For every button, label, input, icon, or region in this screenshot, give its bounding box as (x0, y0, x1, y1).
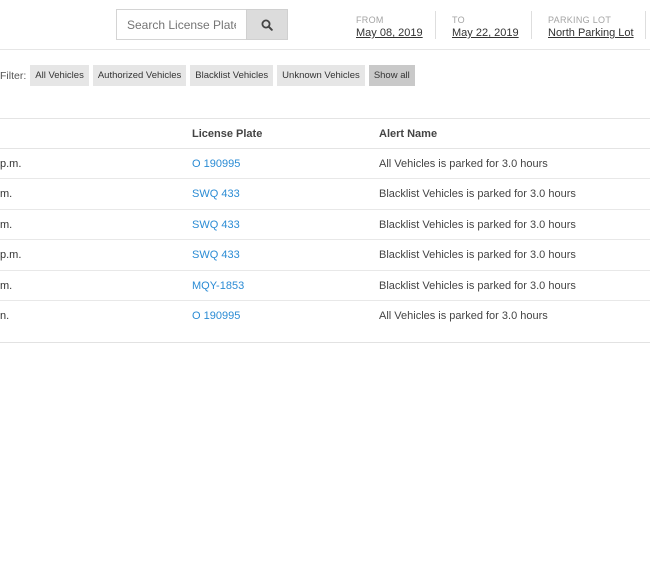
row-alert-name: All Vehicles is parked for 3.0 hours (379, 309, 548, 322)
filter-show-all[interactable]: Show all (368, 65, 415, 86)
date-from-label: FROM (356, 15, 384, 25)
date-to-label: TO (452, 15, 465, 25)
top-bar: FROM May 08, 2019 TO May 22, 2019 PARKIN… (0, 0, 650, 50)
row-plate-link[interactable]: O 190995 (192, 310, 240, 322)
row-alert-name: Blacklist Vehicles is parked for 3.0 hou… (379, 279, 576, 292)
row-alert-name: Blacklist Vehicles is parked for 3.0 hou… (379, 218, 576, 231)
date-to-value[interactable]: May 22, 2019 (452, 27, 519, 39)
filter-authorized-vehicles[interactable]: Authorized Vehicles (92, 65, 187, 86)
row-time: p.m. (0, 158, 22, 170)
alerts-panel: Filter: All Vehicles Authorized Vehicles… (0, 51, 650, 343)
parking-lot-value[interactable]: North Parking Lot (548, 27, 634, 39)
search-group (116, 9, 288, 40)
divider (435, 11, 436, 39)
table-header: License Plate Alert Name (0, 118, 650, 149)
row-alert-name: Blacklist Vehicles is parked for 3.0 hou… (379, 188, 576, 201)
table-row[interactable]: m. SWQ 433 Blacklist Vehicles is parked … (0, 210, 650, 241)
row-plate-link[interactable]: SWQ 433 (192, 188, 240, 200)
filter-label: Filter: (0, 69, 27, 82)
filter-bar: Filter: All Vehicles Authorized Vehicles… (0, 65, 419, 86)
row-time: n. (0, 309, 10, 322)
row-time: m. (0, 188, 13, 201)
table-row[interactable]: m. SWQ 433 Blacklist Vehicles is parked … (0, 179, 650, 210)
filter-unknown-vehicles[interactable]: Unknown Vehicles (277, 65, 365, 86)
divider (645, 11, 646, 39)
row-plate-link[interactable]: MQY-1853 (192, 280, 244, 292)
table-row[interactable]: p.m. O 190995 All Vehicles is parked for… (0, 149, 650, 180)
filter-all-vehicles[interactable]: All Vehicles (30, 65, 89, 86)
parking-lot-label: PARKING LOT (548, 15, 612, 25)
column-alert-name[interactable]: Alert Name (379, 128, 437, 140)
row-plate-link[interactable]: SWQ 433 (192, 219, 240, 231)
search-input[interactable] (116, 9, 246, 40)
table-row[interactable]: p.m. SWQ 433 Blacklist Vehicles is parke… (0, 240, 650, 271)
divider (531, 11, 532, 39)
row-time: m. (0, 218, 13, 231)
row-plate-link[interactable]: O 190995 (192, 158, 240, 170)
row-time: m. (0, 279, 13, 292)
table-row[interactable]: m. MQY-1853 Blacklist Vehicles is parked… (0, 271, 650, 301)
row-time: p.m. (0, 249, 22, 262)
column-license-plate[interactable]: License Plate (192, 128, 262, 140)
filter-blacklist-vehicles[interactable]: Blacklist Vehicles (190, 65, 274, 86)
row-alert-name: Blacklist Vehicles is parked for 3.0 hou… (379, 249, 576, 262)
search-button[interactable] (246, 9, 288, 40)
table-row[interactable]: n. O 190995 All Vehicles is parked for 3… (0, 301, 650, 331)
row-plate-link[interactable]: SWQ 433 (192, 249, 240, 261)
search-icon (261, 19, 273, 31)
alerts-table: License Plate Alert Name p.m. O 190995 A… (0, 118, 650, 331)
date-from-value[interactable]: May 08, 2019 (356, 27, 423, 39)
row-alert-name: All Vehicles is parked for 3.0 hours (379, 158, 548, 170)
